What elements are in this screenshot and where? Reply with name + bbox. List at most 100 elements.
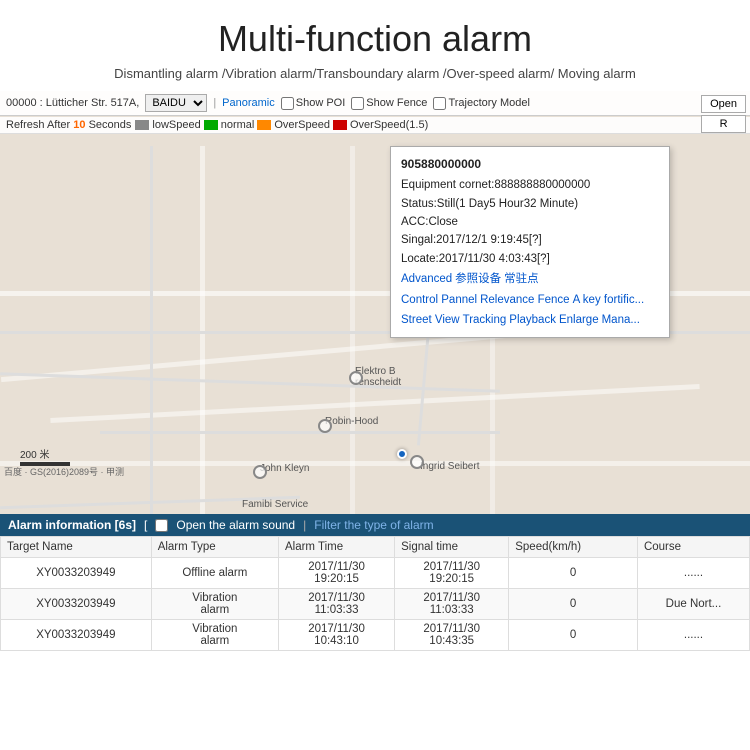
place-johnkleyn: John Kleyn xyxy=(260,463,309,474)
popup-signal: Singal:2017/12/1 9:19:45[?] xyxy=(401,231,659,249)
place-famibi: Famibi Service xyxy=(242,499,308,510)
col-speed: Speed(km/h) xyxy=(509,537,638,558)
panoramic-link[interactable]: Panoramic xyxy=(222,97,275,109)
alarm-filter-link[interactable]: Filter the type of alarm xyxy=(314,518,433,532)
show-fence-label[interactable]: Show Fence xyxy=(351,97,427,110)
alarm-table: Target Name Alarm Type Alarm Time Signal… xyxy=(0,536,750,651)
alarm-cell-0-0: XY0033203949 xyxy=(1,558,152,589)
link-playback[interactable]: Playback xyxy=(509,311,556,329)
alarm-separator: | xyxy=(303,518,306,532)
alarm-cell-2-1: Vibration alarm xyxy=(151,620,278,651)
alarm-title: Alarm information [6s] xyxy=(8,518,136,532)
road-h7 xyxy=(100,431,500,434)
show-fence-checkbox[interactable] xyxy=(351,97,364,110)
alarm-row-0[interactable]: XY0033203949Offline alarm2017/11/30 19:2… xyxy=(1,558,750,589)
legend-normal-color xyxy=(204,120,218,130)
road-v1 xyxy=(200,146,205,566)
address-label: 00000 : Lütticher Str. 517A, xyxy=(6,97,139,109)
alarm-cell-1-4: 0 xyxy=(509,589,638,620)
road-v4 xyxy=(150,146,153,566)
open-button[interactable]: Open xyxy=(701,95,746,113)
map-container: Kletterwald Aachen Elektro Brenscheidt R… xyxy=(0,91,750,651)
circle-robinhood xyxy=(318,419,332,433)
legend-overspeed-label: OverSpeed xyxy=(274,119,330,131)
alarm-cell-1-2: 2017/11/30 11:03:33 xyxy=(278,589,394,620)
reset-button[interactable]: R xyxy=(701,115,746,133)
link-control-panel[interactable]: Control Pannel xyxy=(401,291,477,309)
alarm-cell-0-3: 2017/11/30 19:20:15 xyxy=(395,558,509,589)
circle-ingrid xyxy=(410,455,424,469)
alarm-cell-0-4: 0 xyxy=(509,558,638,589)
alarm-cell-2-2: 2017/11/30 10:43:10 xyxy=(278,620,394,651)
alarm-cell-2-0: XY0033203949 xyxy=(1,620,152,651)
alarm-cell-2-3: 2017/11/30 10:43:35 xyxy=(395,620,509,651)
place-ingrid: Ingrid Seibert xyxy=(420,461,479,472)
road-v2 xyxy=(350,146,355,566)
map-toolbar2: Refresh After 10 Seconds lowSpeed normal… xyxy=(0,117,750,134)
alarm-sound-checkbox[interactable] xyxy=(155,519,168,532)
col-course: Course xyxy=(637,537,749,558)
popup-acc: ACC:Close xyxy=(401,213,659,231)
link-relevance-fence[interactable]: Relevance Fence xyxy=(480,291,570,309)
alarm-row-2[interactable]: XY0033203949Vibration alarm2017/11/30 10… xyxy=(1,620,750,651)
alarm-cell-2-5: ...... xyxy=(637,620,749,651)
refresh-text: Refresh After 10 Seconds xyxy=(6,119,131,131)
show-poi-checkbox[interactable] xyxy=(281,97,294,110)
legend-lowspeed-color xyxy=(135,120,149,130)
col-alarm-type: Alarm Type xyxy=(151,537,278,558)
sep1: | xyxy=(213,97,216,109)
alarm-section: Alarm information [6s] [ Open the alarm … xyxy=(0,514,750,651)
legend-overspeed15-color xyxy=(333,120,347,130)
link-advanced[interactable]: Advanced xyxy=(401,270,452,288)
alarm-cell-0-2: 2017/11/30 19:20:15 xyxy=(278,558,394,589)
alarm-cell-1-3: 2017/11/30 11:03:33 xyxy=(395,589,509,620)
location-dot xyxy=(397,449,407,459)
map-buttons: Open R xyxy=(701,95,746,133)
link-street-view[interactable]: Street View xyxy=(401,311,460,329)
alarm-table-header-row: Target Name Alarm Type Alarm Time Signal… xyxy=(1,537,750,558)
link-manage[interactable]: Mana... xyxy=(602,311,640,329)
header-section: Multi-function alarm Dismantling alarm /… xyxy=(0,0,750,91)
link-key-fortific[interactable]: A key fortific... xyxy=(573,291,645,309)
legend-overspeed-color xyxy=(257,120,271,130)
popup-status: Status:Still(1 Day5 Hour32 Minute) xyxy=(401,195,659,213)
info-popup: 905880000000 Equipment cornet:8888888800… xyxy=(390,146,670,338)
scale-bar: 200 米 xyxy=(20,446,70,466)
trajectory-checkbox[interactable] xyxy=(433,97,446,110)
link-tracking[interactable]: Tracking xyxy=(463,311,507,329)
map-toolbar: 00000 : Lütticher Str. 517A, BAIDU Googl… xyxy=(0,91,750,116)
subtitle: Dismantling alarm /Vibration alarm/Trans… xyxy=(20,66,730,81)
alarm-cell-0-1: Offline alarm xyxy=(151,558,278,589)
popup-links-row1: Advanced 参照设备 常驻点 xyxy=(401,270,659,288)
circle-elektro xyxy=(349,371,363,385)
alarm-cell-0-5: ...... xyxy=(637,558,749,589)
alarm-cell-1-5: Due Nort... xyxy=(637,589,749,620)
circle-johnkleyn xyxy=(253,465,267,479)
alarm-row-1[interactable]: XY0033203949Vibration alarm2017/11/30 11… xyxy=(1,589,750,620)
popup-links-row3: Street View Tracking Playback Enlarge Ma… xyxy=(401,311,659,329)
legend-normal-label: normal xyxy=(221,119,255,131)
col-alarm-time: Alarm Time xyxy=(278,537,394,558)
refresh-seconds: 10 xyxy=(73,119,85,131)
alarm-sep0: [ xyxy=(144,518,147,532)
link-ref-device[interactable]: 参照设备 xyxy=(455,270,501,288)
speed-legend: lowSpeed normal OverSpeed OverSpeed(1.5) xyxy=(135,119,428,131)
alarm-cell-1-0: XY0033203949 xyxy=(1,589,152,620)
show-poi-label[interactable]: Show POI xyxy=(281,97,346,110)
legend-overspeed15-label: OverSpeed(1.5) xyxy=(350,119,428,131)
map-type-select[interactable]: BAIDU Google xyxy=(145,94,207,112)
alarm-cell-1-1: Vibration alarm xyxy=(151,589,278,620)
scale-label: 200 米 xyxy=(20,450,49,461)
alarm-header: Alarm information [6s] [ Open the alarm … xyxy=(0,514,750,536)
alarm-cell-2-4: 0 xyxy=(509,620,638,651)
popup-device-id: 905880000000 xyxy=(401,155,659,174)
alarm-table-body: XY0033203949Offline alarm2017/11/30 19:2… xyxy=(1,558,750,651)
map-copyright: 百度 · GS(2016)2089号 · 甲测 xyxy=(4,465,124,478)
link-enlarge[interactable]: Enlarge xyxy=(559,311,599,329)
trajectory-model-label[interactable]: Trajectory Model xyxy=(433,97,530,110)
popup-locate: Locate:2017/11/30 4:03:43[?] xyxy=(401,250,659,268)
main-title: Multi-function alarm xyxy=(20,18,730,60)
popup-equipment: Equipment cornet:888888880000000 xyxy=(401,176,659,194)
link-resident[interactable]: 常驻点 xyxy=(504,270,539,288)
col-target-name: Target Name xyxy=(1,537,152,558)
